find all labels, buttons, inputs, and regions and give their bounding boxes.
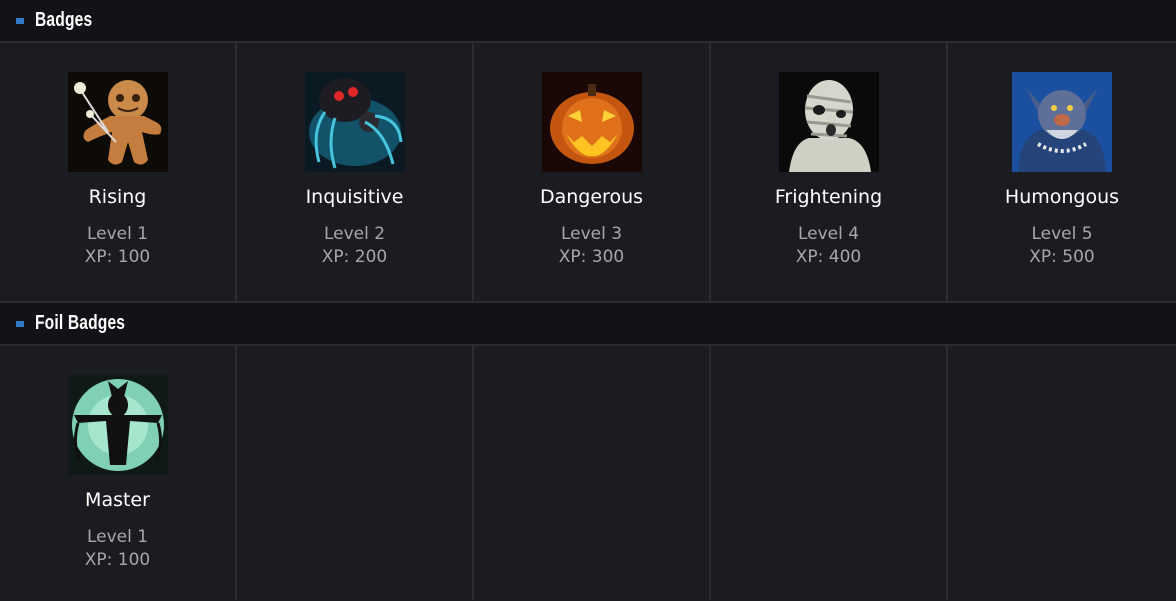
badge-name: Master [85, 489, 150, 511]
badge-xp: XP: 100 [84, 247, 151, 267]
spider-icon [304, 72, 405, 172]
section-marker [16, 320, 24, 327]
empty-cell [237, 346, 474, 600]
section-title: Foil Badges [35, 312, 126, 334]
badge-level: Level 4 [797, 224, 860, 244]
badge-card-rising: Rising Level 1 XP: 100 [0, 43, 237, 301]
foil-badge-grid: Master Level 1 XP: 100 [0, 346, 1176, 600]
badge-level: Level 3 [560, 224, 623, 244]
badge-name: Frightening [774, 186, 883, 208]
badge-card-humongous: Humongous Level 5 XP: 500 [948, 43, 1176, 301]
foil-badges-section: Foil Badges Master Level 1 XP: 100 [0, 303, 1176, 600]
badge-xp: XP: 100 [84, 550, 151, 570]
badge-card-dangerous: Dangerous Level 3 XP: 300 [474, 43, 711, 301]
badge-xp: XP: 400 [795, 247, 862, 267]
jack-o-lantern-icon [541, 72, 642, 172]
scarecrow-icon [67, 375, 168, 475]
badge-xp: XP: 300 [558, 247, 625, 267]
voodoo-doll-icon [67, 72, 168, 172]
section-header-foil-badges: Foil Badges [0, 303, 1176, 346]
mummy-icon [778, 72, 879, 172]
badge-level: Level 1 [86, 224, 149, 244]
section-title: Badges [35, 9, 93, 31]
badge-name: Dangerous [539, 186, 644, 208]
badge-name: Humongous [1004, 186, 1120, 208]
section-header-badges: Badges [0, 0, 1176, 43]
badge-xp: XP: 200 [321, 247, 388, 267]
section-marker [16, 17, 24, 24]
badge-xp: XP: 500 [1029, 247, 1095, 267]
badge-card-master: Master Level 1 XP: 100 [0, 346, 237, 600]
badges-section: Badges Rising Level 1 XP: 100 Inquisitiv… [0, 0, 1176, 301]
empty-cell [948, 346, 1176, 600]
empty-cell [474, 346, 711, 600]
badge-card-inquisitive: Inquisitive Level 2 XP: 200 [237, 43, 474, 301]
badge-level: Level 5 [1031, 224, 1093, 244]
badge-name: Inquisitive [305, 186, 404, 208]
badge-level: Level 1 [86, 527, 149, 547]
badge-card-frightening: Frightening Level 4 XP: 400 [711, 43, 948, 301]
empty-cell [711, 346, 948, 600]
badge-grid: Rising Level 1 XP: 100 Inquisitive Level… [0, 43, 1176, 301]
badge-level: Level 2 [323, 224, 386, 244]
troll-icon [1012, 72, 1112, 172]
badge-name: Rising [88, 186, 147, 208]
